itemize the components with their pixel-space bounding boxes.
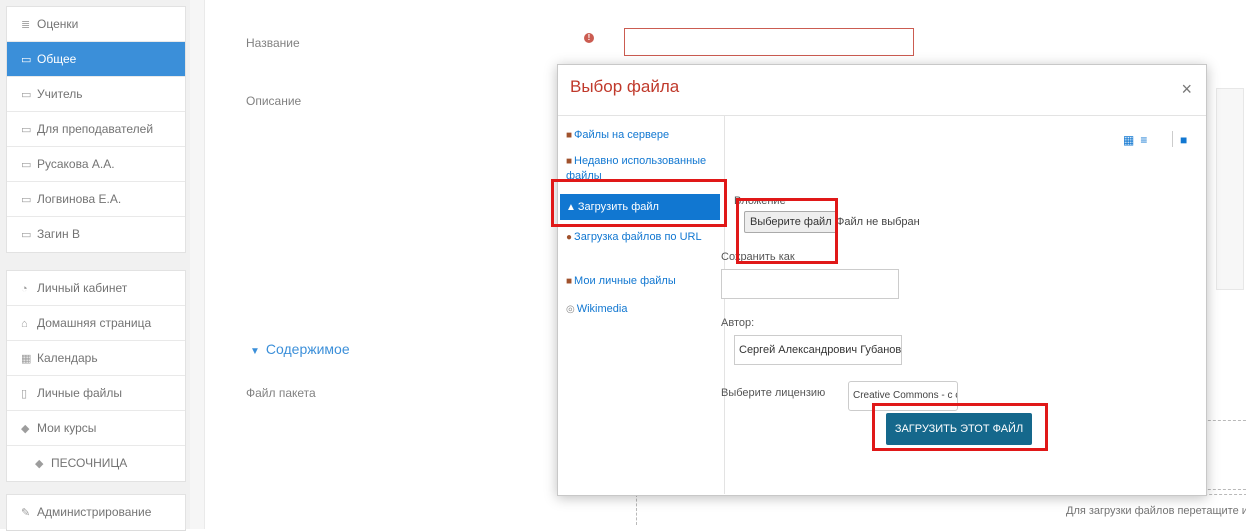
close-icon[interactable]: × <box>1181 79 1192 100</box>
repository-list: ■ Файлы на сервере ■ Недавно использованны… <box>558 116 725 494</box>
highlight-choose-file <box>736 198 838 264</box>
license-label: Выберите лицензию <box>721 387 826 399</box>
repo-label: Wikimedia <box>576 303 628 315</box>
view-separator <box>1172 131 1173 147</box>
repo-url-download[interactable]: ● Загрузка файлов по URL <box>566 230 718 245</box>
highlight-upload-repo <box>551 179 727 227</box>
private-files-icon: ■ <box>566 276 573 287</box>
tree-view-icon[interactable]: ■ <box>1180 133 1187 147</box>
author-label: Автор: <box>721 317 755 329</box>
dialog-title: Выбор файла <box>570 77 680 96</box>
server-icon: ■ <box>566 130 573 141</box>
view-switcher: ▦≡ <box>1123 133 1153 147</box>
grid-view-icon[interactable]: ▦ <box>1123 133 1140 147</box>
recent-icon: ■ <box>566 156 573 167</box>
no-file-selected-text: Файл не выбран <box>836 216 920 228</box>
dialog-header: Выбор файла × <box>558 65 1206 116</box>
repo-server-files[interactable]: ■ Файлы на сервере <box>566 128 718 143</box>
repo-private-files[interactable]: ■ Мои личные файлы <box>566 274 718 289</box>
wikimedia-icon: ◎ <box>566 304 575 315</box>
license-value: Creative Commons - с сохр <box>853 390 957 401</box>
list-view-icon[interactable]: ≡ <box>1140 133 1153 147</box>
highlight-upload-button <box>872 403 1048 451</box>
repo-label: Недавно использованные файлы <box>566 155 707 182</box>
repo-label: Загрузка файлов по URL <box>574 231 702 243</box>
url-icon: ● <box>566 232 573 243</box>
repo-label: Файлы на сервере <box>574 129 670 141</box>
save-as-input[interactable] <box>721 269 899 299</box>
repo-label: Мои личные файлы <box>574 275 676 287</box>
author-input[interactable]: Сергей Александрович Губанов <box>734 335 902 365</box>
repo-wikimedia[interactable]: ◎ Wikimedia <box>566 302 718 317</box>
